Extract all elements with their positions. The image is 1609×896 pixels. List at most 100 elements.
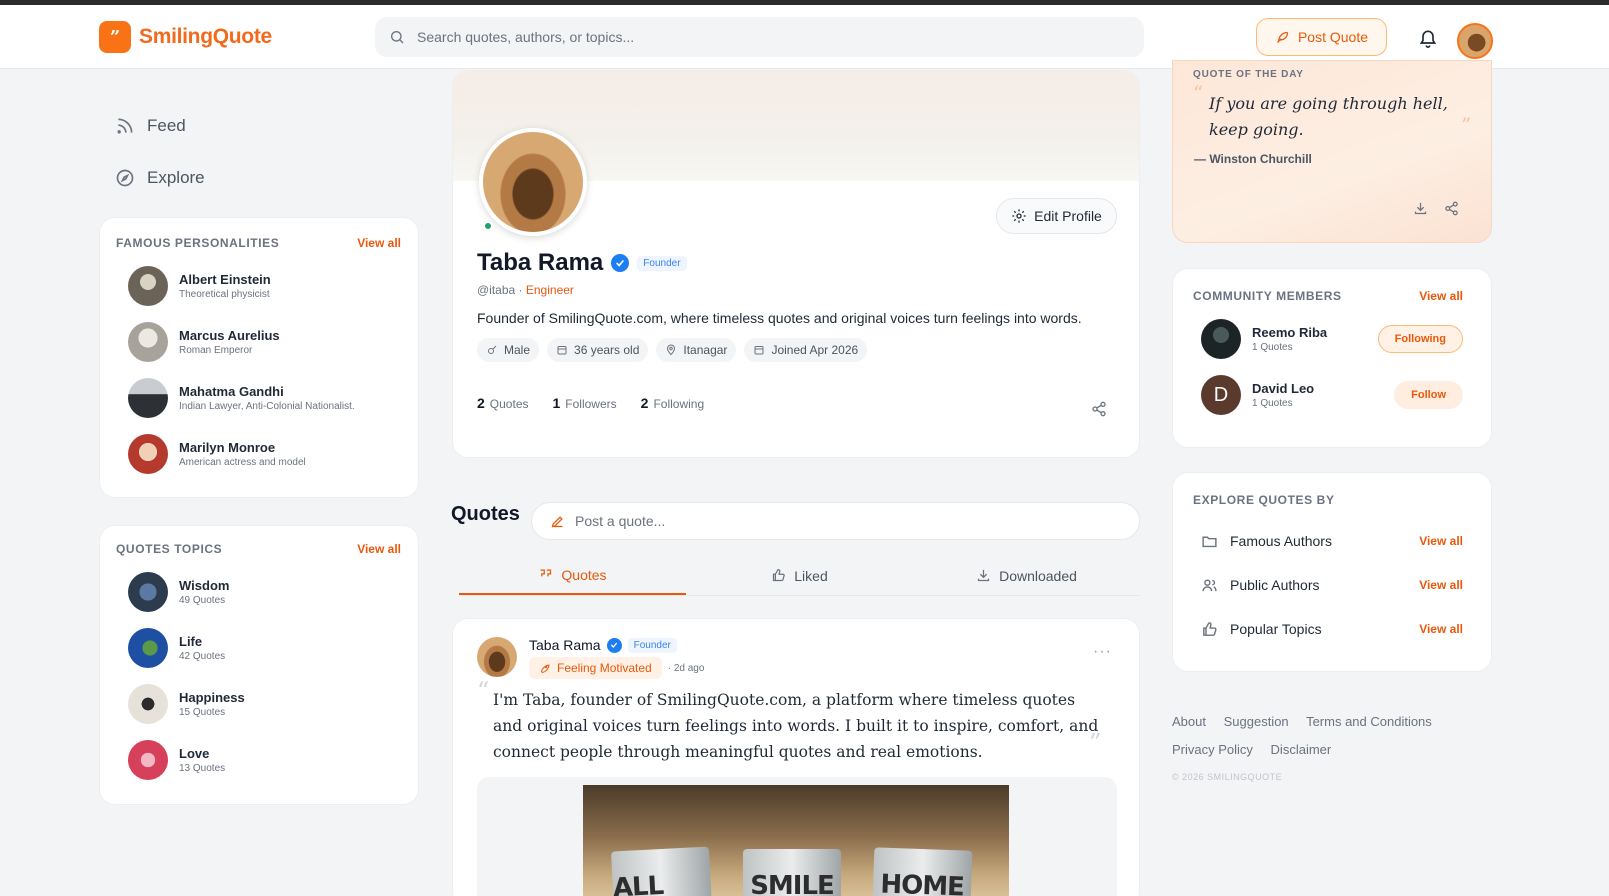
profile-card: Edit Profile Taba Rama Founder @itaba · … [452, 70, 1140, 458]
famous-personalities-title: FAMOUS PERSONALITIES [116, 236, 280, 250]
personality-avatar [128, 322, 168, 362]
download-icon [977, 569, 990, 582]
tab-downloaded[interactable]: Downloaded [913, 556, 1140, 595]
tab-quotes[interactable]: Quotes [459, 556, 686, 595]
gear-icon [1012, 209, 1026, 223]
footer-link-privacy[interactable]: Privacy Policy [1172, 742, 1253, 757]
stat-followers[interactable]: 1 Followers [553, 395, 617, 411]
topic-item[interactable]: Love 13 Quotes [128, 732, 401, 788]
post-author-avatar[interactable] [477, 637, 517, 677]
post-quote-placeholder: Post a quote... [575, 513, 666, 529]
personality-avatar [128, 434, 168, 474]
topic-count: 42 Quotes [179, 651, 226, 662]
topic-item[interactable]: Life 42 Quotes [128, 620, 401, 676]
nav-explore-label: Explore [147, 168, 205, 187]
thumbs-up-icon [773, 569, 786, 582]
personality-sub: American actress and model [179, 457, 306, 468]
member-item: Reemo Riba 1 Quotes Following [1201, 311, 1463, 367]
quotes-topics-view-all[interactable]: View all [357, 542, 401, 556]
qotd-close-quote: ” [1461, 113, 1472, 137]
community-view-all[interactable]: View all [1419, 289, 1463, 303]
footer-link-suggestion[interactable]: Suggestion [1224, 714, 1289, 729]
personality-item[interactable]: Marilyn Monroe American actress and model [128, 426, 401, 482]
logo-quote-icon: ” [99, 21, 131, 53]
verified-icon [606, 637, 622, 653]
profile-role: Engineer [525, 283, 574, 297]
rocket-icon [540, 664, 550, 674]
post-author-name[interactable]: Taba Rama [529, 637, 601, 653]
footer-link-disclaimer[interactable]: Disclaimer [1271, 742, 1332, 757]
explore-label: Public Authors [1230, 577, 1320, 593]
member-avatar[interactable]: D [1201, 375, 1241, 415]
share-icon[interactable] [1091, 401, 1107, 417]
topic-avatar [128, 684, 168, 724]
explore-view-all[interactable]: View all [1419, 578, 1463, 592]
bell-icon[interactable] [1418, 27, 1438, 49]
share-icon[interactable] [1444, 201, 1459, 216]
search-bar[interactable] [375, 17, 1144, 57]
member-name[interactable]: David Leo [1252, 381, 1314, 396]
post-quote-button[interactable]: Post Quote [1256, 18, 1387, 56]
explore-public-authors[interactable]: Public Authors View all [1201, 563, 1463, 607]
explore-view-all[interactable]: View all [1419, 534, 1463, 548]
image-word-left: ALL YOU [612, 870, 664, 896]
explore-view-all[interactable]: View all [1419, 622, 1463, 636]
joined-chip: Joined Apr 2026 [744, 338, 868, 362]
tab-liked[interactable]: Liked [686, 556, 913, 595]
left-nav: Feed Explore [115, 100, 205, 204]
logo[interactable]: ” SmilingQuote [99, 21, 272, 53]
post-image[interactable]: ALL YOU SMILE HOME [583, 785, 1009, 896]
personality-sub: Roman Emperor [179, 345, 253, 356]
quote-of-the-day-card: QUOTE OF THE DAY “ If you are going thro… [1172, 60, 1492, 243]
topic-item[interactable]: Wisdom 49 Quotes [128, 564, 401, 620]
personality-item[interactable]: Mahatma Gandhi Indian Lawyer, Anti-Coloni… [128, 370, 401, 426]
personality-item[interactable]: Marcus Aurelius Roman Emperor [128, 314, 401, 370]
personality-name: Albert Einstein [179, 272, 271, 287]
founder-badge: Founder [627, 637, 677, 653]
compass-icon [116, 169, 134, 187]
following-button[interactable]: Following [1377, 325, 1463, 353]
image-word-center: SMILE [750, 871, 835, 896]
famous-personalities-view-all[interactable]: View all [357, 236, 401, 250]
stat-count: 2 [477, 395, 485, 411]
quotes-section-title: Quotes [451, 503, 520, 525]
post-author-row: Taba Rama Founder [529, 637, 677, 653]
pen-icon [551, 515, 563, 527]
image-cup-left: ALL YOU [610, 846, 714, 896]
member-avatar[interactable] [1201, 319, 1241, 359]
explore-famous-authors[interactable]: Famous Authors View all [1201, 519, 1463, 563]
search-input[interactable] [417, 29, 1117, 45]
edit-profile-button[interactable]: Edit Profile [996, 198, 1117, 234]
nav-feed[interactable]: Feed [115, 100, 205, 152]
personality-avatar [128, 266, 168, 306]
footer-link-terms[interactable]: Terms and Conditions [1306, 714, 1432, 729]
gender-label: Male [504, 343, 531, 357]
profile-avatar[interactable] [479, 128, 587, 236]
footer-link-about[interactable]: About [1172, 714, 1206, 729]
post-meta: Feeling Motivated · 2d ago [529, 657, 704, 679]
location-icon [667, 344, 676, 356]
logo-text: SmilingQuote [139, 25, 272, 48]
footer-links: About Suggestion Terms and Conditions Pr… [1172, 708, 1492, 764]
explore-quotes-by-card: EXPLORE QUOTES BY Famous Authors View al… [1172, 472, 1492, 672]
post-text: I'm Taba, founder of SmilingQuote.com, a… [493, 691, 1099, 761]
copyright: © 2026 SMILINGQUOTE [1172, 772, 1283, 782]
post-quote-input[interactable]: Post a quote... [531, 502, 1140, 540]
search-icon [391, 31, 404, 44]
nav-explore[interactable]: Explore [115, 152, 205, 204]
more-options-icon[interactable]: ··· [1093, 643, 1112, 661]
follow-button[interactable]: Follow [1394, 381, 1463, 409]
explore-popular-topics[interactable]: Popular Topics View all [1201, 607, 1463, 651]
personality-name: Marilyn Monroe [179, 440, 276, 455]
stat-following[interactable]: 2 Following [641, 395, 705, 411]
user-avatar[interactable] [1457, 23, 1493, 59]
stat-label: Quotes [489, 397, 529, 411]
topic-item[interactable]: Happiness 15 Quotes [128, 676, 401, 732]
topic-count: 49 Quotes [179, 595, 226, 606]
download-icon[interactable] [1413, 201, 1428, 216]
stat-quotes[interactable]: 2 Quotes [477, 395, 529, 411]
age-label: 36 years old [574, 343, 640, 357]
personality-item[interactable]: Albert Einstein Theoretical physicist [128, 258, 401, 314]
age-chip: 36 years old [547, 338, 649, 362]
member-name[interactable]: Reemo Riba [1252, 325, 1327, 340]
